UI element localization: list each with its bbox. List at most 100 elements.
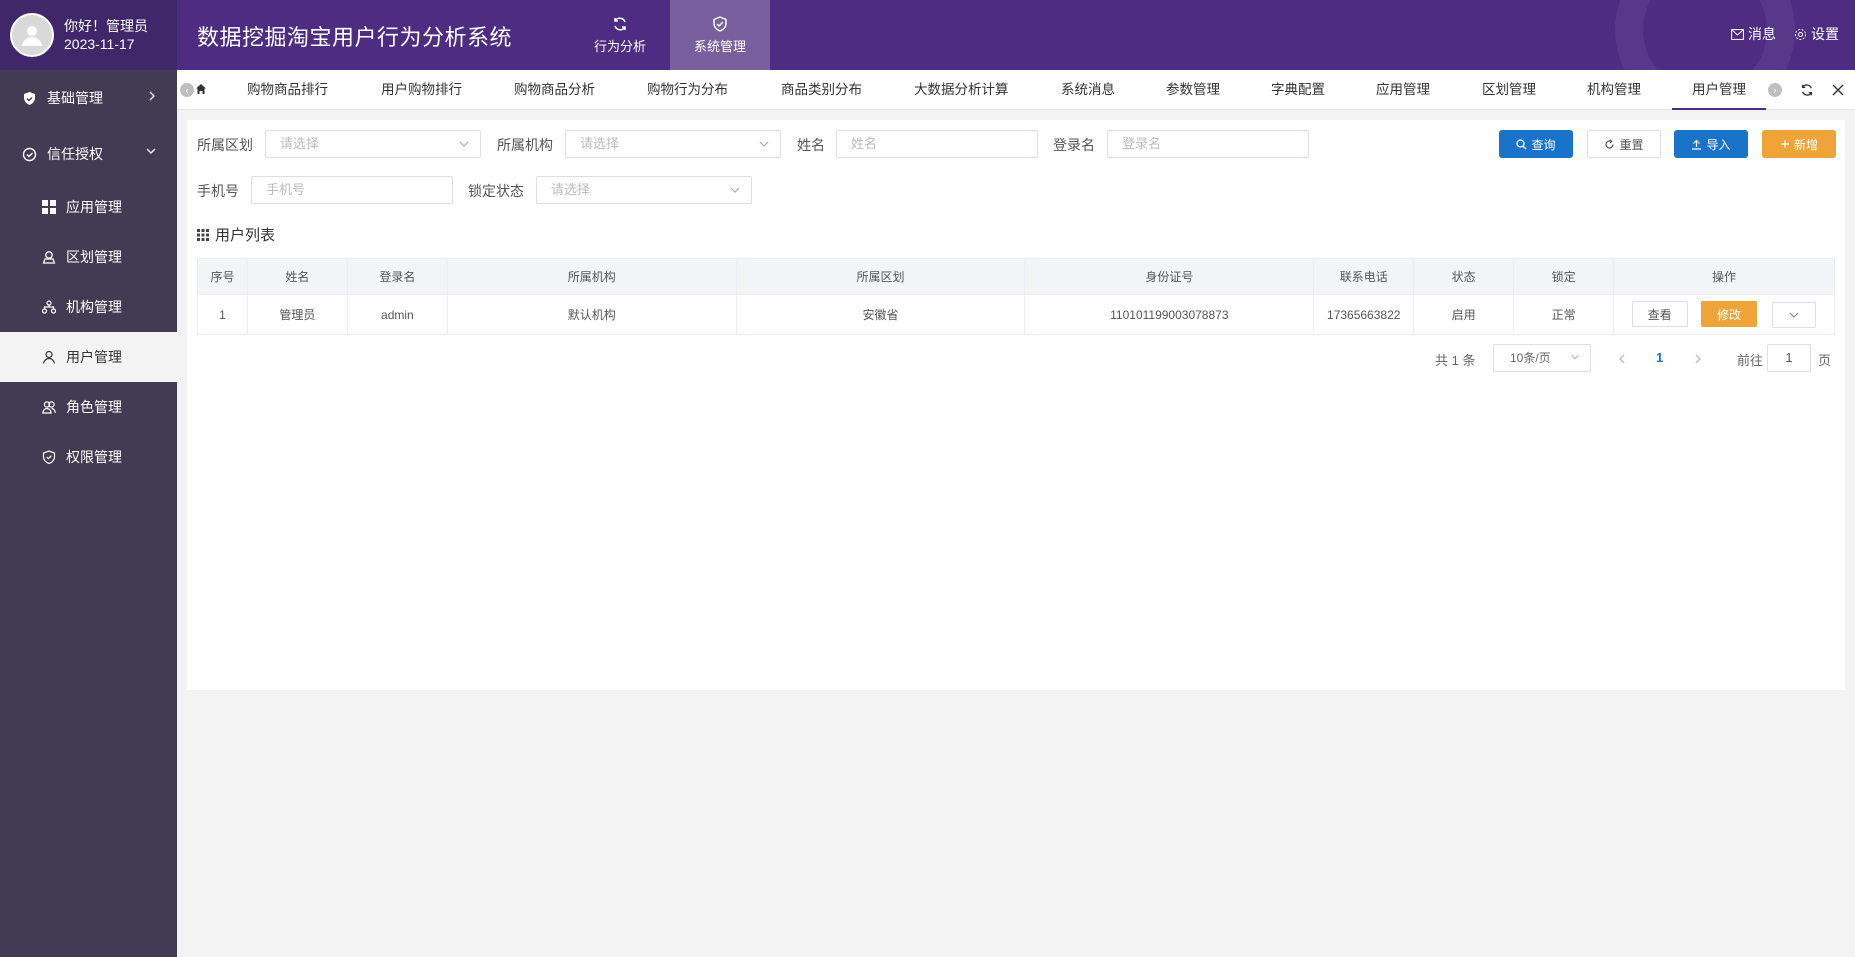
tab-parameter-management[interactable]: 参数管理 [1166, 70, 1220, 110]
cell-id-card: 110101199003078873 [1024, 294, 1315, 335]
cell-no: 1 [197, 294, 248, 335]
user-table: 序号 姓名 登录名 所属机构 所属区划 身份证号 联系电话 状态 锁定 操作 1… [197, 258, 1835, 335]
tab-shopping-goods-rank[interactable]: 购物商品排行 [247, 70, 328, 110]
header-tools: 消息 设置 [1731, 24, 1839, 44]
cell-name: 管理员 [246, 294, 348, 335]
page-size-select[interactable]: 10条/页 [1493, 344, 1591, 372]
tab-region-management[interactable]: 区划管理 [1482, 70, 1536, 110]
add-button[interactable]: 新增 [1762, 130, 1836, 158]
settings-label: 设置 [1811, 26, 1839, 42]
goto-page-input[interactable]: 1 [1767, 344, 1811, 372]
sidebar-group-trust-auth[interactable]: 信任授权 [0, 126, 177, 182]
chevron-down-icon [1789, 312, 1799, 318]
home-icon[interactable] [195, 83, 207, 95]
column-header: 锁定 [1513, 258, 1615, 295]
messages-button[interactable]: 消息 [1731, 24, 1776, 44]
goto-label: 前往 [1737, 353, 1764, 368]
import-button-label: 导入 [1706, 137, 1731, 152]
column-header: 登录名 [346, 258, 448, 295]
more-actions-button[interactable] [1772, 301, 1817, 328]
reset-button-label: 重置 [1619, 137, 1644, 152]
tabs-scroll-left-button[interactable]: ‹ [180, 83, 194, 97]
column-header: 序号 [197, 258, 248, 295]
user-silhouette-icon [22, 26, 42, 46]
tab-org-management[interactable]: 机构管理 [1587, 70, 1641, 110]
tab-big-data-analysis[interactable]: 大数据分析计算 [914, 70, 1009, 110]
next-page-button[interactable] [1694, 354, 1702, 364]
upload-icon [1692, 139, 1702, 150]
region-select[interactable]: 请选择 [265, 130, 481, 158]
sidebar-item-region-management[interactable]: 区划管理 [0, 232, 177, 282]
cell-region: 安徽省 [735, 294, 1026, 335]
login-name-input-placeholder: 登录名 [1122, 136, 1162, 151]
refresh-icon [614, 16, 626, 31]
sidebar-item-permission-management[interactable]: 权限管理 [0, 432, 177, 482]
top-nav-label: 系统管理 [693, 38, 746, 54]
user-panel: 你好！管理员 2023-11-17 [0, 0, 177, 70]
top-nav-behavior-analysis[interactable]: 行为分析 [570, 0, 670, 70]
import-button[interactable]: 导入 [1674, 130, 1748, 158]
edit-button[interactable]: 修改 [1701, 301, 1758, 328]
query-button-label: 查询 [1531, 137, 1556, 152]
sidebar-item-label: 机构管理 [66, 299, 122, 315]
close-icon[interactable] [1832, 84, 1844, 96]
top-nav-system-management[interactable]: 系统管理 [670, 0, 770, 70]
sidebar-group-basic[interactable]: 基础管理 [0, 70, 177, 126]
org-select-placeholder: 请选择 [580, 136, 620, 151]
page-suffix-label: 页 [1818, 353, 1832, 368]
sidebar-item-org-management[interactable]: 机构管理 [0, 282, 177, 332]
sidebar-item-role-management[interactable]: 角色管理 [0, 382, 177, 432]
lock-status-select[interactable]: 请选择 [536, 176, 752, 204]
tab-shopping-goods-analysis[interactable]: 购物商品分析 [514, 70, 595, 110]
reset-icon [1605, 138, 1615, 149]
users-icon [42, 401, 56, 414]
reset-button[interactable]: 重置 [1587, 130, 1661, 158]
column-header: 身份证号 [1024, 258, 1315, 295]
system-title: 数据挖掘淘宝用户行为分析系统 [197, 25, 513, 50]
sidebar-item-app-management[interactable]: 应用管理 [0, 182, 177, 232]
view-button[interactable]: 查看 [1631, 301, 1688, 328]
login-name-input[interactable]: 登录名 [1107, 130, 1309, 158]
grid-icon [197, 228, 209, 241]
tab-user-management[interactable]: 用户管理 [1672, 70, 1766, 110]
sidebar-item-label: 应用管理 [66, 199, 122, 215]
org-select[interactable]: 请选择 [565, 130, 781, 158]
query-button[interactable]: 查询 [1499, 130, 1573, 158]
tab-user-shopping-rank[interactable]: 用户购物排行 [381, 70, 462, 110]
avatar[interactable] [10, 13, 54, 57]
settings-button[interactable]: 设置 [1794, 24, 1839, 44]
tab-dictionary-config[interactable]: 字典配置 [1271, 70, 1325, 110]
list-title-text: 用户列表 [215, 227, 276, 244]
phone-input[interactable]: 手机号 [251, 176, 453, 204]
check-circle-icon [22, 147, 37, 161]
current-date: 2023-11-17 [64, 36, 135, 52]
sidebar-item-label: 用户管理 [66, 349, 122, 365]
sidebar-group-label: 信任授权 [47, 146, 103, 162]
tab-system-messages[interactable]: 系统消息 [1061, 70, 1115, 110]
current-page[interactable]: 1 [1656, 350, 1663, 365]
lock-filter-label: 锁定状态 [468, 183, 524, 199]
tabs-scroll-right-button[interactable]: › [1768, 83, 1782, 97]
refresh-icon[interactable] [1800, 83, 1814, 97]
name-input-placeholder: 姓名 [851, 136, 878, 151]
tab-shopping-behavior-distribution[interactable]: 购物行为分布 [647, 70, 728, 110]
name-filter-label: 姓名 [797, 137, 825, 153]
login-filter-label: 登录名 [1053, 137, 1095, 153]
tab-app-management[interactable]: 应用管理 [1376, 70, 1430, 110]
sidebar-item-user-management[interactable]: 用户管理 [0, 332, 177, 382]
chevron-down-icon [759, 141, 769, 147]
shield-check-icon [713, 15, 727, 32]
name-input[interactable]: 姓名 [836, 130, 1038, 158]
prev-page-button[interactable] [1618, 354, 1626, 364]
region-filter-label: 所属区划 [197, 137, 253, 153]
lock-status-select-placeholder: 请选择 [551, 182, 591, 197]
total-count: 共 1 条 [1435, 353, 1476, 368]
chevron-right-icon [149, 91, 155, 101]
top-nav-label: 行为分析 [593, 38, 646, 54]
region-select-placeholder: 请选择 [280, 136, 320, 151]
org-icon [42, 300, 56, 314]
phone-filter-label: 手机号 [197, 183, 239, 199]
cell-actions: 查看 修改 [1613, 294, 1835, 335]
plus-icon [1780, 140, 1789, 148]
tab-goods-category-distribution[interactable]: 商品类别分布 [781, 70, 862, 110]
